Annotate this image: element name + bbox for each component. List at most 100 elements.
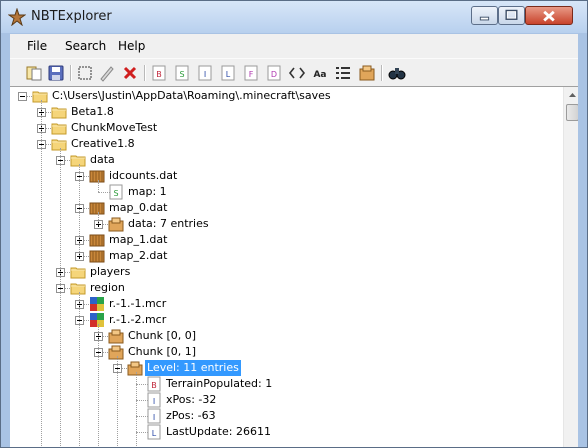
folder-icon	[51, 123, 67, 135]
tree-node-label[interactable]: Creative1.8	[69, 136, 137, 152]
int-tag-icon: I	[147, 392, 161, 408]
svg-text:I: I	[204, 70, 206, 79]
tree-guide-line	[117, 356, 118, 447]
svg-text:D: D	[271, 70, 277, 79]
svg-text:L: L	[152, 429, 157, 438]
tree-node[interactable]: r.-1.-1.mcr	[10, 296, 560, 312]
scrollbar-thumb[interactable]	[566, 104, 578, 121]
find-icon[interactable]	[388, 64, 406, 82]
tree-node-label[interactable]: r.-1.-1.mcr	[107, 296, 168, 312]
window-title: NBTExplorer	[31, 9, 112, 24]
title-bar[interactable]: NBTExplorer	[1, 1, 587, 33]
chunk-icon	[108, 345, 124, 360]
add-string-tag-icon[interactable]: Aa	[311, 64, 329, 82]
tree-node[interactable]: map_1.dat	[10, 232, 560, 248]
maximize-button[interactable]	[498, 6, 525, 25]
tree-node[interactable]: data	[10, 152, 560, 168]
tree-node-label[interactable]: idcounts.dat	[107, 168, 179, 184]
tree-node[interactable]: L LastUpdate: 26611	[10, 424, 560, 440]
save-icon[interactable]	[47, 64, 65, 82]
toolbar-separator	[70, 65, 72, 81]
menu-help[interactable]: Help	[118, 39, 145, 53]
tree-node-label[interactable]: map: 1	[126, 184, 169, 200]
add-list-tag-icon[interactable]	[334, 64, 352, 82]
tree-node[interactable]: Chunk [0, 0]	[10, 328, 560, 344]
tree-node-label[interactable]: C:\Users\Justin\AppData\Roaming\.minecra…	[50, 88, 333, 104]
tree-node[interactable]: data: 7 entries	[10, 216, 560, 232]
menu-file[interactable]: File	[27, 39, 47, 53]
tree-node[interactable]: map_0.dat	[10, 200, 560, 216]
rename-icon[interactable]	[98, 64, 116, 82]
tree-guide-line	[136, 372, 137, 447]
tree-node[interactable]: Smap: 1	[10, 184, 560, 200]
tree-guide-line	[60, 148, 61, 447]
close-button[interactable]	[525, 6, 573, 25]
tree-node-label[interactable]: r.-1.-2.mcr	[107, 312, 168, 328]
tree-node[interactable]: r.-1.-2.mcr	[10, 312, 560, 328]
vertical-scrollbar[interactable]	[563, 87, 578, 447]
tree-node-label[interactable]: players	[88, 264, 132, 280]
open-folder-icon[interactable]	[25, 64, 43, 82]
add-float-tag-icon[interactable]: F	[242, 64, 260, 82]
tree-node-label[interactable]: zPos: -63	[164, 408, 218, 424]
tree-node[interactable]: map_2.dat	[10, 248, 560, 264]
tree-node[interactable]: C:\Users\Justin\AppData\Roaming\.minecra…	[10, 88, 560, 104]
tree-node[interactable]: Creative1.8	[10, 136, 560, 152]
tree-node[interactable]: IxPos: -32	[10, 392, 560, 408]
tree-node-label[interactable]: map_1.dat	[107, 232, 169, 248]
toolbar-separator	[381, 65, 383, 81]
menu-search[interactable]: Search	[65, 39, 106, 53]
folder-icon	[70, 155, 86, 167]
maximize-icon	[505, 9, 518, 20]
folder-icon	[32, 91, 48, 103]
tree-node[interactable]: Chunk [0, 1]	[10, 344, 560, 360]
tree-node[interactable]: B TerrainPopulated: 1	[10, 376, 560, 392]
tree-node[interactable]: players	[10, 264, 560, 280]
tree-node-label[interactable]: Chunk [0, 1]	[126, 344, 198, 360]
add-compound-tag-icon[interactable]	[358, 64, 376, 82]
tree-node[interactable]: IzPos: -63	[10, 408, 560, 424]
tree-node-label[interactable]: data	[88, 152, 117, 168]
tree-node[interactable]: region	[10, 280, 560, 296]
tree-guide-line	[98, 324, 99, 447]
svg-text:B: B	[151, 381, 157, 390]
tree-node-label[interactable]: Level: 11 entries	[145, 360, 241, 376]
add-long-tag-icon[interactable]: L	[219, 64, 237, 82]
tree-node[interactable]: Level: 11 entries	[10, 360, 560, 376]
toolbar: B S I L F D Aa	[10, 58, 578, 87]
nbt-tree[interactable]: C:\Users\Justin\AppData\Roaming\.minecra…	[10, 86, 578, 447]
tree-node-label[interactable]: Chunk [0, 0]	[126, 328, 198, 344]
select-icon[interactable]	[76, 64, 94, 82]
dat-file-icon	[89, 234, 105, 247]
long-tag-icon: L	[147, 424, 161, 440]
add-short-tag-icon[interactable]: S	[173, 64, 191, 82]
tree-node-label[interactable]: region	[88, 280, 127, 296]
toolbar-separator	[144, 65, 146, 81]
tree-guide-line	[41, 100, 42, 447]
tree-node-label[interactable]: map_0.dat	[107, 200, 169, 216]
tree-node[interactable]: Beta1.8	[10, 104, 560, 120]
tree-node-label[interactable]: data: 7 entries	[126, 216, 211, 232]
tree-node-label[interactable]: Beta1.8	[69, 104, 116, 120]
svg-text:S: S	[113, 189, 118, 198]
tree-node-label[interactable]: ChunkMoveTest	[69, 120, 159, 136]
tree-node-label[interactable]: xPos: -32	[164, 392, 218, 408]
minimize-button[interactable]	[471, 6, 498, 25]
svg-text:Aa: Aa	[313, 70, 326, 80]
tree-node-label[interactable]: map_2.dat	[107, 248, 169, 264]
svg-text:B: B	[156, 70, 162, 79]
add-int-tag-icon[interactable]: I	[196, 64, 214, 82]
tree-node-label[interactable]: TerrainPopulated: 1	[164, 376, 274, 392]
menu-bar: File Search Help	[10, 34, 578, 58]
delete-icon[interactable]	[121, 64, 139, 82]
tree-node[interactable]: idcounts.dat	[10, 168, 560, 184]
region-file-icon	[90, 297, 104, 311]
tree-node[interactable]: ChunkMoveTest	[10, 120, 560, 136]
svg-text:S: S	[179, 70, 184, 79]
tree-node-label[interactable]: LastUpdate: 26611	[164, 424, 273, 440]
scroll-up-arrow-icon[interactable]	[566, 89, 578, 102]
add-double-tag-icon[interactable]: D	[265, 64, 283, 82]
collapse-button[interactable]	[18, 92, 27, 101]
add-byte-tag-icon[interactable]: B	[150, 64, 168, 82]
add-byte-array-icon[interactable]	[288, 64, 306, 82]
